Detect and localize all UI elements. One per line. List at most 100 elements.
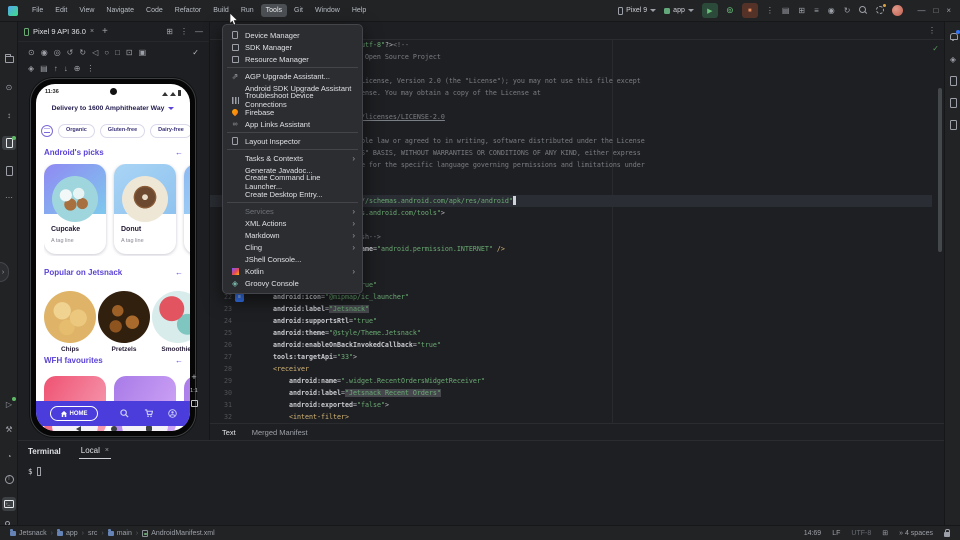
filter-chip-organic[interactable]: Organic	[58, 124, 95, 138]
line-number[interactable]: 31	[210, 399, 232, 411]
back-button[interactable]	[76, 426, 81, 431]
line-number[interactable]: 30	[210, 387, 232, 399]
menu-item-troubleshoot-device-connections[interactable]: Troubleshoot Device Connections	[223, 94, 362, 106]
code-line[interactable]: 24 android:supportsRtl="true"	[210, 315, 932, 327]
run-config-selector[interactable]: app	[664, 7, 694, 14]
menu-navigate[interactable]: Navigate	[101, 4, 139, 17]
snack-card-cupcake[interactable]: CupcakeA tag line	[44, 164, 106, 254]
menu-item-kotlin[interactable]: Kotlin›	[223, 265, 362, 277]
filters-icon[interactable]	[41, 125, 53, 137]
profile-tab-icon[interactable]	[168, 409, 177, 418]
device-profiler-icon[interactable]: ▤	[782, 6, 790, 15]
minimize-button[interactable]: —	[915, 6, 927, 15]
code-line[interactable]: 31 android:exported="false">	[210, 399, 932, 411]
rotate-left-button[interactable]: ↺	[67, 48, 74, 57]
line-number[interactable]: 27	[210, 351, 232, 363]
menu-code[interactable]: Code	[141, 4, 168, 17]
terminal-prompt[interactable]: $	[28, 467, 41, 476]
menu-edit[interactable]: Edit	[50, 4, 72, 17]
code-line[interactable]: 30 android:label="Jetsnack Recent Orders…	[210, 387, 932, 399]
todo-list-icon[interactable]: ≡	[814, 6, 819, 15]
popular-item-smoothies[interactable]: Smoothies	[151, 291, 190, 353]
tool-logcat-button[interactable]	[946, 74, 960, 88]
breadcrumb-androidmanifest-xml[interactable]: AndroidManifest.xml	[142, 530, 214, 537]
line-number[interactable]: 28	[210, 363, 232, 375]
terminal-tab-local[interactable]: Local ×	[79, 444, 111, 459]
menu-item-layout-inspector[interactable]: Layout Inspector	[223, 135, 362, 147]
pull-file-button[interactable]: ↓	[64, 64, 68, 73]
stop-button[interactable]: ■	[742, 3, 758, 18]
power-button[interactable]: ⊙	[28, 48, 35, 57]
code-line[interactable]: 28 <receiver	[210, 363, 932, 375]
device-tab[interactable]: Pixel 9 API 36.0 ×	[24, 27, 94, 36]
push-file-button[interactable]: ↑	[54, 64, 58, 73]
arrow-left-icon[interactable]: ←	[175, 356, 183, 365]
inspections-ok-icon[interactable]: ✓	[932, 44, 939, 53]
cart-tab-icon[interactable]	[144, 409, 153, 418]
menu-file[interactable]: File	[27, 4, 48, 17]
code-line[interactable]: 25 android:theme="@style/Theme.Jetsnack"	[210, 327, 932, 339]
line-number[interactable]: 26	[210, 339, 232, 351]
record-screen-button[interactable]: ▣	[139, 48, 147, 57]
add-device-icon[interactable]: +	[102, 26, 108, 37]
tool-build-button[interactable]: ⚒	[2, 422, 16, 436]
menu-item-cling[interactable]: Cling›	[223, 241, 362, 253]
terminal-panel[interactable]: Terminal Local × $	[18, 440, 960, 525]
line-number[interactable]: 32	[210, 411, 232, 423]
menu-item-resource-manager[interactable]: Resource Manager	[223, 53, 362, 65]
arrow-left-icon[interactable]: ←	[175, 268, 183, 277]
menu-item-jshell-console[interactable]: JShell Console...	[223, 253, 362, 265]
menu-view[interactable]: View	[74, 4, 99, 17]
snapshot-button[interactable]: ◈	[28, 64, 34, 73]
filter-chip-gluten-free[interactable]: Gluten-free	[100, 124, 145, 138]
tool-terminal-button[interactable]: ›_	[2, 497, 16, 511]
encoding-widget[interactable]: UTF-8	[851, 530, 871, 537]
menu-item-xml-actions[interactable]: XML Actions›	[223, 217, 362, 229]
editor-scrollbar[interactable]	[938, 88, 942, 252]
menu-refactor[interactable]: Refactor	[170, 4, 206, 17]
tool-device-explorer-button[interactable]	[946, 96, 960, 110]
breadcrumb-src[interactable]: src	[88, 530, 97, 537]
line-number[interactable]: 23	[210, 303, 232, 315]
zoom-reset-button[interactable]: 1:1	[190, 388, 198, 394]
rotate-right-button[interactable]: ↻	[79, 48, 86, 57]
open-in-window-icon[interactable]: ⊞	[166, 27, 173, 36]
menu-item-app-links-assistant[interactable]: ∞App Links Assistant	[223, 118, 362, 130]
menu-item-create-command-line-launcher[interactable]: Create Command Line Launcher...	[223, 176, 362, 188]
tool-profiler-button[interactable]: ◔	[2, 449, 16, 463]
code-line[interactable]: 32 <intent-filter>	[210, 411, 932, 423]
close-icon[interactable]: ×	[105, 447, 109, 454]
menu-item-agp-upgrade-assistant[interactable]: ⇗AGP Upgrade Assistant...	[223, 70, 362, 82]
tool-running-devices-button[interactable]	[2, 136, 16, 150]
caret-position-widget[interactable]: 14:69	[804, 530, 822, 537]
debug-button[interactable]: ⊚	[722, 3, 738, 18]
delivery-address[interactable]: Delivery to 1600 Amphitheater Way	[36, 105, 190, 112]
overview-button[interactable]: □	[115, 48, 120, 57]
avatar[interactable]	[892, 5, 903, 16]
code-with-me-icon[interactable]: ⊞	[798, 6, 805, 15]
menu-item-tasks-contexts[interactable]: Tasks & Contexts›	[223, 152, 362, 164]
tool-problems-button[interactable]: !	[2, 472, 16, 486]
code-line[interactable]: 27 tools:targetApi="33">	[210, 351, 932, 363]
zoom-in-button[interactable]: +	[191, 372, 196, 382]
popular-item-pretzels[interactable]: Pretzels	[97, 291, 151, 353]
editor-options-icon[interactable]: ⋮	[928, 26, 936, 35]
snack-card-donut[interactable]: DonutA tag line	[114, 164, 176, 254]
close-button[interactable]: ×	[944, 6, 953, 15]
arrow-left-icon[interactable]: ←	[175, 148, 183, 157]
tab-text[interactable]: Text	[222, 428, 236, 437]
tool-device-manager-button[interactable]	[2, 164, 16, 178]
camera-button[interactable]: ▤	[40, 64, 48, 73]
menu-item-markdown[interactable]: Markdown›	[223, 229, 362, 241]
popular-item-chips[interactable]: Chips	[43, 291, 97, 353]
home-button[interactable]: ○	[104, 48, 109, 57]
tool-notifications-button[interactable]	[946, 30, 960, 44]
home-button[interactable]	[111, 426, 117, 432]
search-tab-icon[interactable]	[120, 409, 129, 418]
code-line[interactable]: 29 android:name=".widget.RecentOrdersWid…	[210, 375, 932, 387]
hide-panel-icon[interactable]: —	[195, 27, 203, 36]
tab-merged-manifest[interactable]: Merged Manifest	[252, 428, 308, 437]
line-separator-widget[interactable]: LF	[832, 530, 840, 537]
tool-more-tool-windows-button[interactable]: ⋯	[2, 190, 16, 204]
breadcrumb-main[interactable]: main	[108, 530, 132, 537]
